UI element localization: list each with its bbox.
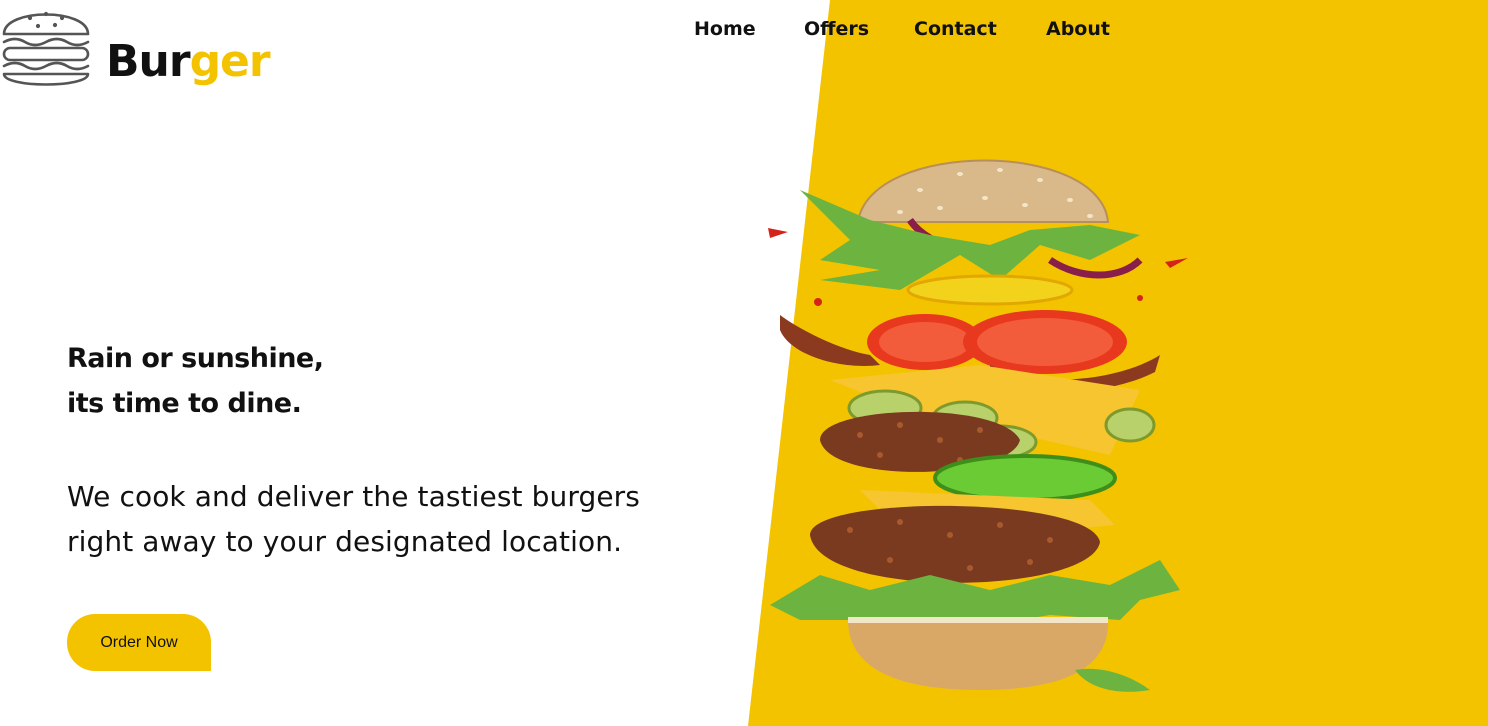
hero-description: We cook and deliver the tastiest burgers… xyxy=(67,474,640,564)
flying-burger-image xyxy=(768,159,1188,692)
hero-description-line1: We cook and deliver the tastiest burgers xyxy=(67,480,640,513)
burger-outline-icon xyxy=(2,11,90,86)
order-now-button[interactable]: Order Now xyxy=(67,614,211,671)
hero-description-line2: right away to your designated location. xyxy=(67,525,623,558)
brand-logo[interactable]: Burger xyxy=(0,0,271,100)
nav-about-link[interactable]: About xyxy=(1046,18,1110,40)
brand-name: Burger xyxy=(106,40,271,84)
nav-contact-link[interactable]: Contact xyxy=(914,18,997,40)
nav-home-link[interactable]: Home xyxy=(694,18,756,40)
hero-headline-line2: its time to dine. xyxy=(67,388,302,419)
hero-headline: Rain or sunshine, its time to dine. xyxy=(67,336,324,426)
brand-name-part2: ger xyxy=(189,36,271,87)
hero-headline-line1: Rain or sunshine, xyxy=(67,343,324,374)
nav-offers-link[interactable]: Offers xyxy=(804,18,869,40)
brand-name-part1: Bur xyxy=(106,36,191,87)
